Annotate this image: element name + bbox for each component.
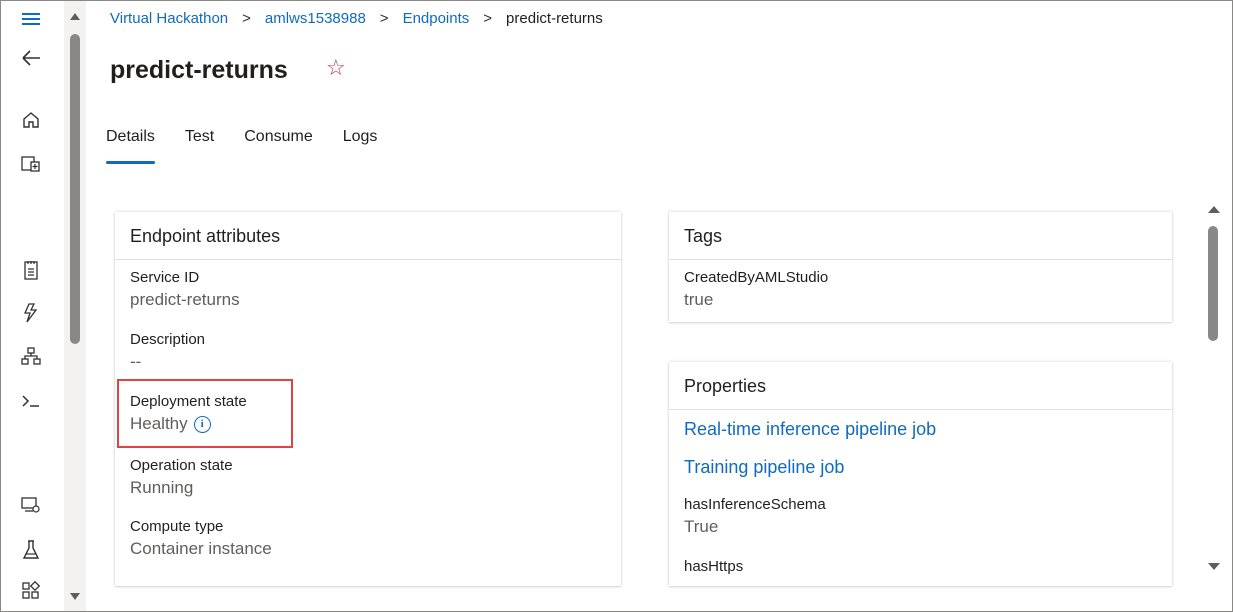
star-icon[interactable]: ☆: [326, 58, 346, 80]
scrollbar-thumb[interactable]: [70, 34, 80, 344]
endpoint-attributes-header: Endpoint attributes: [115, 212, 621, 260]
breadcrumb-current: predict-returns: [506, 9, 603, 27]
breadcrumb-workspace[interactable]: amlws1538988: [265, 10, 366, 27]
breadcrumb-separator: >: [483, 9, 493, 27]
field-label: hasInferenceSchema: [684, 496, 826, 513]
breadcrumb-workspace-group[interactable]: Virtual Hackathon: [110, 10, 228, 27]
scroll-up-arrow-icon[interactable]: [1208, 206, 1220, 213]
breadcrumb: Virtual Hackathon > amlws1538988 > Endpo…: [110, 8, 603, 28]
has-inference-schema-field: hasInferenceSchema True: [684, 496, 826, 537]
scroll-up-arrow-icon[interactable]: [70, 13, 80, 20]
field-label: hasHttps: [684, 558, 744, 575]
left-nav-rail: [1, 1, 63, 611]
field-label: Service ID: [130, 269, 200, 286]
breadcrumb-separator: >: [242, 9, 251, 27]
tab-logs[interactable]: Logs: [343, 126, 378, 164]
field-label: Operation state: [130, 457, 233, 474]
terminal-icon[interactable]: [15, 389, 47, 413]
tab-consume[interactable]: Consume: [244, 126, 312, 164]
field-value: predict-returns: [130, 290, 240, 309]
field-label: CreatedByAMLStudio: [684, 269, 829, 286]
field-value: --: [130, 352, 142, 371]
highlight-box: [117, 379, 293, 448]
service-id-field: Service ID predict-returns: [130, 269, 240, 310]
compute-icon[interactable]: [15, 493, 47, 517]
main-scrollbar[interactable]: [1202, 200, 1224, 580]
home-icon[interactable]: [15, 108, 47, 132]
field-value: Container instance: [130, 539, 272, 558]
has-https-field: hasHttps: [684, 558, 743, 575]
breadcrumb-endpoints[interactable]: Endpoints: [403, 10, 470, 27]
field-value: True: [684, 517, 719, 536]
field-value: Running: [130, 478, 194, 497]
field-label: Description: [130, 331, 206, 348]
operation-state-field: Operation state Running: [130, 457, 233, 498]
training-pipeline-job-link[interactable]: Training pipeline job: [684, 457, 844, 478]
scrollbar-thumb[interactable]: [1208, 226, 1218, 341]
scroll-down-arrow-icon[interactable]: [70, 593, 80, 600]
properties-header: Properties: [669, 362, 1172, 410]
properties-card: Properties Real-time inference pipeline …: [669, 362, 1172, 586]
nav-scrollbar[interactable]: [64, 1, 86, 611]
scroll-down-arrow-icon[interactable]: [1208, 563, 1220, 570]
page-title: predict-returns: [110, 56, 288, 84]
description-field: Description --: [130, 331, 205, 372]
tab-details[interactable]: Details: [106, 126, 155, 164]
pipeline-icon[interactable]: [15, 344, 47, 368]
workspace-icon[interactable]: [15, 152, 47, 176]
automl-icon[interactable]: [15, 301, 47, 325]
field-label: Compute type: [130, 518, 224, 535]
endpoints-icon[interactable]: [15, 579, 47, 603]
tag-field: CreatedByAMLStudio true: [684, 269, 828, 310]
compute-type-field: Compute type Container instance: [130, 518, 272, 559]
tab-bar: Details Test Consume Logs: [106, 126, 407, 166]
tab-test[interactable]: Test: [185, 126, 214, 164]
back-arrow-icon[interactable]: [15, 46, 47, 70]
notebook-icon[interactable]: [15, 258, 47, 282]
realtime-pipeline-job-link[interactable]: Real-time inference pipeline job: [684, 419, 936, 440]
hamburger-menu-icon[interactable]: [15, 7, 47, 31]
tags-card: Tags CreatedByAMLStudio true: [669, 212, 1172, 322]
tags-header: Tags: [669, 212, 1172, 260]
field-value: true: [684, 290, 714, 309]
breadcrumb-separator: >: [379, 9, 389, 27]
experiment-icon[interactable]: [15, 538, 47, 562]
